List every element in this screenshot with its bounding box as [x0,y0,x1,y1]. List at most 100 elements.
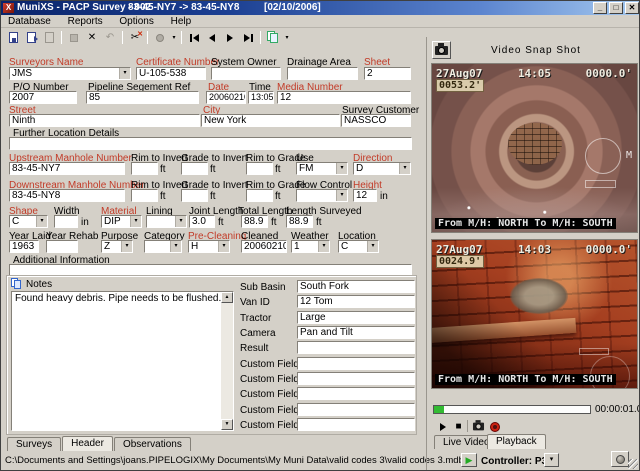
controller-start-button[interactable]: ▶ [461,453,477,467]
stop-button[interactable] [65,30,83,45]
total-length-field[interactable]: 88.9 [241,215,268,228]
shape-combo[interactable]: C ▾ [9,215,48,228]
tractor-field[interactable]: Large [297,311,415,324]
chevron-down-icon[interactable]: ▾ [318,241,329,252]
stop-playback-button[interactable]: ■ [451,420,466,433]
notes-scrollbar[interactable]: ▲ ▼ [221,292,233,430]
undo-button[interactable]: ↶ [101,30,119,45]
nav-prev-button[interactable] [203,30,221,45]
category-combo[interactable]: ▾ [144,240,182,253]
tab-observations[interactable]: Observations [114,437,191,451]
nav-first-button[interactable] [185,30,203,45]
sheet-field[interactable]: 2 [364,67,411,80]
tab-playback[interactable]: Playback [487,434,546,449]
custom-field-8-field[interactable] [297,387,415,400]
time-field[interactable]: 13:05 [248,91,274,104]
close-button[interactable]: ✕ [625,2,639,14]
weather-combo[interactable]: 1 ▾ [291,240,330,253]
menu-database[interactable]: Database [1,15,58,27]
notes-textarea[interactable]: Found heavy debris. Pipe needs to be flu… [11,291,234,431]
system-owner-field[interactable] [211,67,281,80]
po-number-field[interactable]: 2007 [9,91,77,104]
use-combo[interactable]: FM ▾ [296,162,348,175]
snapshot-button[interactable] [471,420,486,433]
nav-last-button[interactable] [239,30,257,45]
surveyors-name-combo[interactable]: JMS ▾ [9,67,131,80]
height-field[interactable]: 12 [353,189,377,202]
tab-surveys[interactable]: Surveys [7,437,61,451]
direction-combo[interactable]: D ▾ [353,162,411,175]
cleaned-field[interactable]: 20060210 [241,240,287,253]
playback-progress-bar[interactable] [433,405,591,414]
further-location-field[interactable] [9,137,412,150]
grade-to-invert-dn-field[interactable] [181,189,208,202]
chevron-down-icon[interactable]: ▾ [36,216,47,227]
chevron-down-icon[interactable]: ▾ [336,163,347,174]
width-field[interactable] [54,215,78,228]
copy-dropdown[interactable]: ▾ [282,30,291,45]
joint-length-field[interactable]: 3.0 [189,215,215,228]
custom-field-6-field[interactable] [297,357,415,370]
chevron-down-icon[interactable]: ▾ [367,241,378,252]
copy-button[interactable] [264,30,282,45]
flow-control-combo[interactable]: ▾ [296,189,348,202]
resize-grip[interactable] [628,459,638,469]
play-button[interactable] [435,420,450,433]
grade-to-invert-up-field[interactable] [181,162,208,175]
pre-cleaning-combo[interactable]: H ▾ [188,240,230,253]
city-field[interactable]: New York [201,114,340,127]
chevron-down-icon[interactable]: ▾ [121,241,132,252]
length-surveyed-field[interactable]: 88.9 [286,215,313,228]
sub-basin-field[interactable]: South Fork [297,280,415,293]
date-field[interactable]: 20060210 [206,91,246,104]
chevron-down-icon[interactable]: ▾ [119,68,130,79]
chevron-down-icon[interactable]: ▾ [130,216,141,227]
chevron-down-icon[interactable]: ▾ [175,216,186,227]
year-rehab-field[interactable] [46,240,78,253]
controller-dropdown[interactable]: ▾ [544,453,559,467]
chevron-down-icon[interactable]: ▾ [399,163,410,174]
media-number-field[interactable]: 12 [277,91,411,104]
export-button[interactable] [22,30,40,45]
chevron-down-icon[interactable]: ▾ [218,241,229,252]
year-laid-field[interactable]: 1963 [9,240,39,253]
rim-to-invert-up-field[interactable] [131,162,158,175]
new-page-button[interactable] [40,30,58,45]
rim-to-grade-up-field[interactable] [246,162,273,175]
scroll-up-icon[interactable]: ▲ [221,292,233,303]
rim-to-grade-dn-field[interactable] [246,189,273,202]
certificate-number-field[interactable]: U-105-538 [136,67,206,80]
record-button[interactable] [151,30,169,45]
location-combo[interactable]: C ▾ [338,240,379,253]
cut-button[interactable]: ✂ ✕ [126,30,144,45]
menu-reports[interactable]: Reports [61,15,110,27]
rim-to-invert-dn-field[interactable] [131,189,158,202]
result-field[interactable] [297,341,415,354]
save-button[interactable] [4,30,22,45]
street-field[interactable]: Ninth [9,114,200,127]
purpose-combo[interactable]: Z ▾ [101,240,133,253]
survey-customer-field[interactable]: NASSCO [341,114,411,127]
downstream-manhole-field[interactable]: 83-45-NY8 [9,189,125,202]
nav-next-button[interactable] [221,30,239,45]
record-dropdown[interactable]: ▾ [169,30,178,45]
snapshot-camera-button[interactable] [432,41,451,59]
record-stop-button[interactable] [487,420,502,433]
menu-options[interactable]: Options [112,15,160,27]
drainage-area-field[interactable] [287,67,358,80]
pipeline-segment-ref-field[interactable]: 85 [86,91,199,104]
chevron-down-icon[interactable]: ▾ [336,190,347,201]
camera-field[interactable]: Pan and Tilt [297,326,415,339]
delete-button[interactable]: ✕ [83,30,101,45]
controller-device-button[interactable] [611,451,629,467]
lining-combo[interactable]: ▾ [146,215,187,228]
scroll-down-icon[interactable]: ▼ [221,419,233,430]
custom-field-7-field[interactable] [297,372,415,385]
chevron-down-icon[interactable]: ▾ [170,241,181,252]
upstream-manhole-field[interactable]: 83-45-NY7 [9,162,125,175]
minimize-button[interactable]: _ [593,2,607,14]
tab-header[interactable]: Header [62,436,113,451]
maximize-button[interactable]: □ [609,2,623,14]
material-combo[interactable]: DIP ▾ [101,215,142,228]
custom-field-10-field[interactable] [297,418,415,431]
